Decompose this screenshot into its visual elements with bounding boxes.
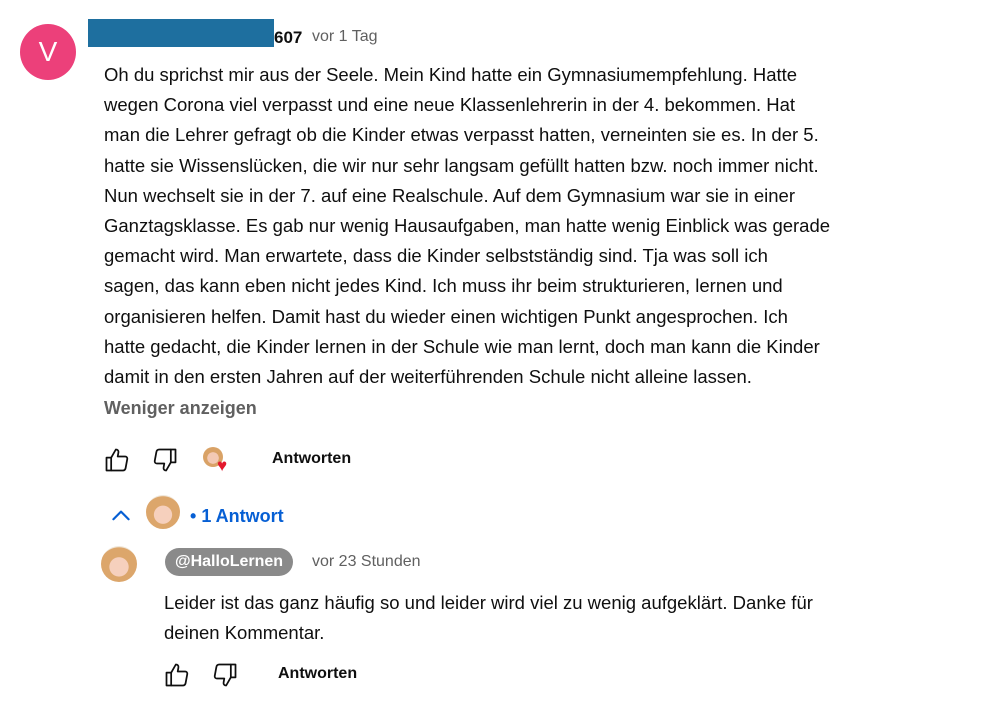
creator-heart-badge[interactable]: ♥ bbox=[203, 447, 235, 477]
reply-timestamp[interactable]: vor 23 Stunden bbox=[312, 553, 421, 571]
creator-heart-icon: ♥ bbox=[217, 456, 228, 475]
replies-toggle-button[interactable]: • 1 Antwort bbox=[190, 506, 284, 527]
reply-dislike-button[interactable] bbox=[210, 660, 240, 690]
comment-timestamp[interactable]: vor 1 Tag bbox=[312, 28, 378, 46]
replies-separator: • bbox=[190, 506, 197, 526]
replies-count-label: 1 Antwort bbox=[201, 506, 284, 526]
redacted-username bbox=[88, 19, 274, 47]
thumbs-down-icon bbox=[153, 448, 177, 472]
reply-author-avatar[interactable] bbox=[101, 546, 137, 582]
reply-author-handle[interactable]: @HalloLernen bbox=[165, 548, 294, 576]
dislike-button[interactable] bbox=[150, 445, 180, 475]
show-less-button[interactable]: Weniger anzeigen bbox=[104, 398, 257, 419]
thumbs-up-icon bbox=[105, 448, 129, 472]
comment-text: Oh du sprichst mir aus der Seele. Mein K… bbox=[104, 64, 831, 388]
reply-reply-button[interactable]: Antworten bbox=[278, 665, 357, 683]
comment-thread: V 607 vor 1 Tag Oh du sprichst mir aus d… bbox=[0, 0, 986, 704]
commenter-username[interactable]: 607 bbox=[274, 28, 302, 48]
creator-avatar-small bbox=[146, 495, 180, 529]
reply-button[interactable]: Antworten bbox=[272, 450, 351, 468]
like-button[interactable] bbox=[102, 445, 132, 475]
reply-text: Leider ist das ganz häufig so und leider… bbox=[164, 592, 813, 644]
avatar-letter: V bbox=[38, 36, 58, 67]
thumbs-down-icon bbox=[213, 663, 237, 687]
chevron-up-icon[interactable] bbox=[108, 503, 134, 529]
thumbs-up-icon bbox=[165, 663, 189, 687]
reply-like-button[interactable] bbox=[162, 660, 192, 690]
commenter-avatar[interactable]: V bbox=[20, 24, 76, 80]
